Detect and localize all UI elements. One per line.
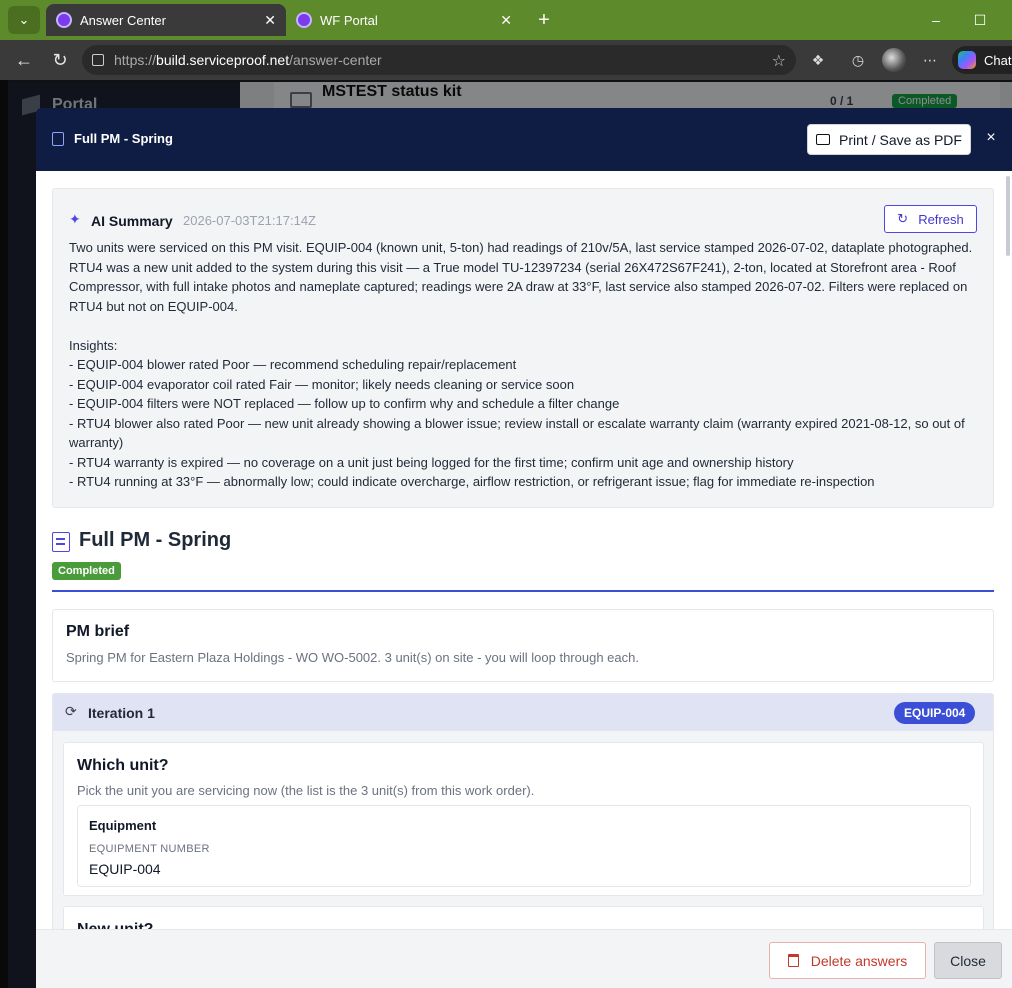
- delete-label: Delete answers: [810, 952, 908, 969]
- url-scheme: https://: [114, 52, 157, 68]
- copilot-label: Chat: [984, 52, 1012, 68]
- minimize-button[interactable]: –: [924, 8, 948, 32]
- site-favicon-icon: [56, 12, 72, 28]
- close-button[interactable]: Close: [934, 942, 1002, 979]
- tab-title: WF Portal: [320, 12, 378, 28]
- modal-footer: Delete answers Close: [36, 929, 1012, 988]
- lock-icon: [92, 54, 104, 66]
- question-card-which-unit: Which unit? Pick the unit you are servic…: [63, 742, 984, 896]
- insight-item: - EQUIP-004 filters were NOT replaced — …: [69, 396, 620, 411]
- arrow-left-icon: ←: [15, 49, 33, 70]
- form-title: Full PM - Spring: [79, 529, 232, 551]
- profile-avatar[interactable]: [882, 48, 906, 72]
- close-icon[interactable]: ✕: [500, 12, 512, 29]
- plus-icon: +: [538, 8, 550, 31]
- address-bar-row: ← ↻ https://build.serviceproof.net/answe…: [0, 40, 1012, 80]
- equipment-answer: Equipment EQUIPMENT NUMBER EQUIP-004: [77, 805, 971, 887]
- insight-item: - EQUIP-004 blower rated Poor — recommen…: [69, 357, 517, 372]
- answer-field-label: EQUIPMENT NUMBER: [89, 843, 210, 855]
- iteration-title: Iteration 1: [88, 705, 155, 721]
- ai-summary-title: AI Summary: [91, 213, 173, 229]
- ai-summary-timestamp: 2026-07-03T21:17:14Z: [183, 213, 316, 228]
- print-save-pdf-button[interactable]: Print / Save as PDF: [807, 124, 971, 155]
- refresh-label: Refresh: [918, 211, 964, 227]
- pm-brief-card: PM brief Spring PM for Eastern Plaza Hol…: [52, 609, 994, 682]
- refresh-button[interactable]: ↻ Refresh: [884, 205, 977, 233]
- new-tab-button[interactable]: +: [532, 8, 556, 32]
- history-icon[interactable]: ◷: [848, 50, 868, 70]
- loop-icon: ⟳: [65, 703, 77, 719]
- printer-icon: [816, 134, 831, 145]
- document-icon: [52, 132, 64, 146]
- modal-title: Full PM - Spring: [74, 131, 173, 146]
- form-status-badge: Completed: [52, 562, 121, 580]
- copilot-chat-button[interactable]: Chat: [952, 46, 1012, 74]
- sparkle-icon: ✦: [69, 211, 81, 227]
- form-divider: [52, 590, 994, 592]
- print-label: Print / Save as PDF: [839, 131, 962, 148]
- answer-title: Equipment: [89, 818, 157, 833]
- insights-heading: Insights:: [69, 337, 118, 353]
- form-list-icon: [52, 532, 70, 552]
- url-host: build.serviceproof.net: [156, 52, 290, 68]
- question-title: Which unit?: [77, 757, 169, 774]
- favorite-star-icon[interactable]: ☆: [772, 51, 786, 71]
- tab-answer-center[interactable]: Answer Center ✕: [46, 4, 286, 36]
- answer-field-value: EQUIP-004: [89, 861, 161, 877]
- ai-summary-text: Two units were serviced on this PM visit…: [69, 238, 979, 492]
- question-card-new-unit: New unit?: [63, 906, 984, 929]
- copilot-icon: [958, 51, 976, 69]
- tab-actions-button[interactable]: ⌄: [8, 6, 40, 34]
- modal-header: Full PM - Spring Print / Save as PDF ×: [36, 108, 1012, 171]
- modal-close-icon[interactable]: ×: [982, 128, 1000, 148]
- ai-summary-paragraph: Two units were serviced on this PM visit…: [69, 240, 973, 314]
- url-path: /answer-center: [289, 52, 382, 68]
- answer-modal: Full PM - Spring Print / Save as PDF × ✦…: [36, 108, 1012, 988]
- maximize-icon: ☐: [973, 11, 987, 28]
- insight-item: - RTU4 warranty is expired — no coverage…: [69, 454, 794, 470]
- close-icon[interactable]: ✕: [264, 12, 276, 29]
- back-button[interactable]: ←: [12, 48, 36, 72]
- tab-wf-portal[interactable]: WF Portal ✕: [286, 4, 522, 36]
- question-title: New unit?: [77, 921, 153, 929]
- extensions-icon[interactable]: ❖: [808, 50, 828, 70]
- pm-brief-title: PM brief: [66, 623, 130, 640]
- refresh-icon: ↻: [897, 211, 909, 226]
- tab-title: Answer Center: [80, 12, 166, 28]
- iteration-unit-badge: EQUIP-004: [894, 702, 976, 724]
- insight-item: - RTU4 running at 33°F — abnormally low;…: [69, 474, 875, 489]
- insight-item: - EQUIP-004 evaporator coil rated Fair —…: [69, 376, 575, 392]
- modal-body[interactable]: ✦ AI Summary 2026-07-03T21:17:14Z ↻ Refr…: [36, 171, 1012, 929]
- trash-icon: [787, 954, 799, 967]
- site-favicon-icon: [296, 12, 312, 28]
- iteration-header: ⟳ Iteration 1 EQUIP-004: [53, 694, 993, 731]
- iteration-section: ⟳ Iteration 1 EQUIP-004 Which unit? Pick…: [52, 693, 994, 929]
- insight-item: - RTU4 blower also rated Poor — new unit…: [69, 415, 965, 451]
- url-input[interactable]: https://build.serviceproof.net/answer-ce…: [82, 45, 796, 75]
- delete-answers-button[interactable]: Delete answers: [769, 942, 926, 979]
- reload-icon: ↻: [52, 49, 68, 70]
- scrollbar[interactable]: [1006, 176, 1010, 256]
- minimize-icon: –: [932, 12, 940, 28]
- ai-summary-panel: ✦ AI Summary 2026-07-03T21:17:14Z ↻ Refr…: [52, 188, 994, 508]
- chevron-down-icon: ⌄: [18, 12, 30, 27]
- reload-button[interactable]: ↻: [48, 48, 72, 72]
- more-menu-icon[interactable]: ⋯: [920, 50, 940, 70]
- browser-tab-bar: ⌄ Answer Center ✕ WF Portal ✕ + – ☐: [0, 0, 1012, 40]
- maximize-button[interactable]: ☐: [968, 8, 992, 32]
- pm-brief-text: Spring PM for Eastern Plaza Holdings - W…: [66, 650, 639, 665]
- question-help: Pick the unit you are servicing now (the…: [77, 783, 535, 798]
